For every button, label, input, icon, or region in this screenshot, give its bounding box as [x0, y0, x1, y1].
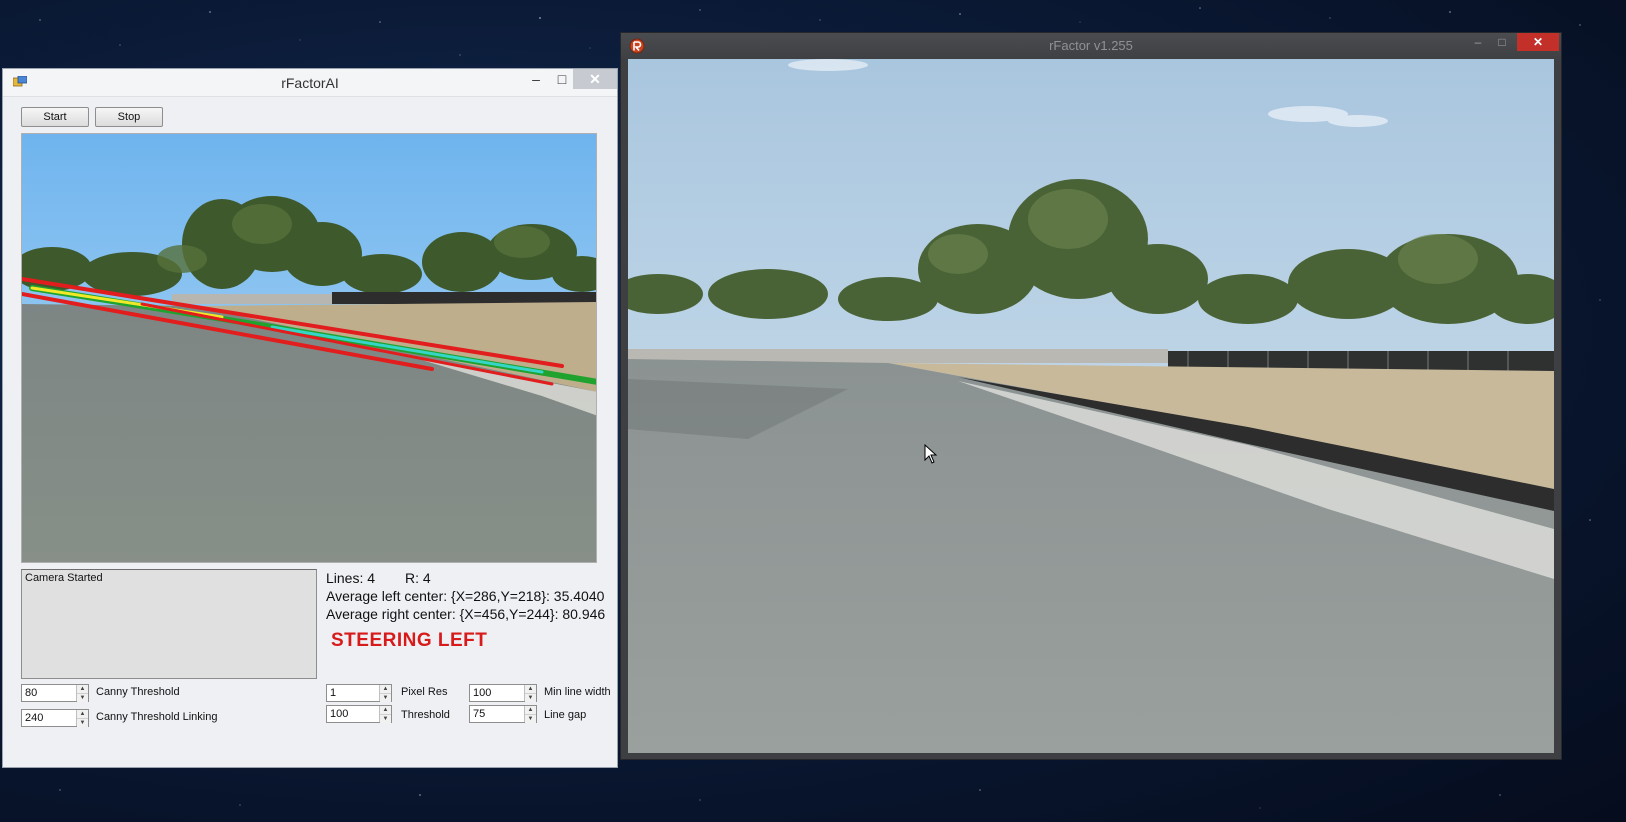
spin-up-icon[interactable]: ▲: [525, 685, 536, 693]
min-line-width-value[interactable]: 100: [470, 685, 524, 701]
start-button[interactable]: Start: [21, 107, 89, 127]
min-line-width-spinner[interactable]: 100 ▲ ▼: [469, 684, 537, 702]
spin-down-icon[interactable]: ▼: [77, 718, 88, 727]
spin-up-icon[interactable]: ▲: [525, 706, 536, 714]
stop-button[interactable]: Stop: [95, 107, 163, 127]
spin-down-icon[interactable]: ▼: [525, 693, 536, 702]
app-icon: [13, 76, 27, 87]
lines-count: Lines: 4: [326, 570, 376, 586]
threshold-label: Threshold: [401, 709, 450, 721]
canny-threshold-label: Canny Threshold: [96, 686, 180, 698]
close-button[interactable]: ✕: [573, 69, 617, 89]
spin-up-icon[interactable]: ▲: [380, 685, 391, 693]
minimize-button[interactable]: –: [1467, 33, 1489, 51]
threshold-spinner[interactable]: 100 ▲ ▼: [326, 705, 392, 723]
game-viewport[interactable]: [628, 59, 1554, 753]
spin-down-icon[interactable]: ▼: [525, 714, 536, 723]
minimize-button[interactable]: –: [523, 69, 549, 89]
maximize-button[interactable]: □: [1491, 33, 1513, 51]
spin-up-icon[interactable]: ▲: [77, 685, 88, 693]
canny-threshold-linking-spinner[interactable]: 240 ▲ ▼: [21, 709, 89, 727]
steering-status: STEERING LEFT: [331, 630, 488, 651]
spin-up-icon[interactable]: ▲: [77, 710, 88, 718]
min-line-width-label: Min line width: [544, 686, 611, 698]
pixel-res-spinner[interactable]: 1 ▲ ▼: [326, 684, 392, 702]
threshold-value[interactable]: 100: [327, 706, 379, 722]
line-gap-value[interactable]: 75: [470, 706, 524, 722]
canny-threshold-value[interactable]: 80: [22, 685, 76, 701]
canny-threshold-linking-label: Canny Threshold Linking: [96, 711, 218, 723]
spin-up-icon[interactable]: ▲: [380, 706, 391, 714]
line-gap-spinner[interactable]: 75 ▲ ▼: [469, 705, 537, 723]
log-textbox[interactable]: Camera Started: [21, 569, 317, 679]
rfactor-title: rFactor v1.255: [1049, 38, 1133, 53]
camera-preview: [21, 133, 597, 563]
canny-threshold-linking-value[interactable]: 240: [22, 710, 76, 726]
pixel-res-value[interactable]: 1: [327, 685, 379, 701]
spin-down-icon[interactable]: ▼: [380, 693, 391, 702]
average-right-center: Average right center: {X=456,Y=244}: 80.…: [326, 606, 606, 622]
rfactorai-titlebar[interactable]: rFactorAI – □ ✕: [3, 69, 617, 97]
mouse-pointer-icon: [924, 444, 938, 464]
rfactor-window: rFactor v1.255 – □ ✕: [620, 32, 1562, 760]
rfactor-logo-icon: [629, 38, 645, 54]
close-button[interactable]: ✕: [1517, 33, 1559, 51]
canny-threshold-spinner[interactable]: 80 ▲ ▼: [21, 684, 89, 702]
average-left-center: Average left center: {X=286,Y=218}: 35.4…: [326, 588, 605, 604]
rfactor-titlebar[interactable]: rFactor v1.255 – □ ✕: [621, 33, 1561, 59]
spin-down-icon[interactable]: ▼: [380, 714, 391, 723]
pixel-res-label: Pixel Res: [401, 686, 448, 698]
line-gap-label: Line gap: [544, 709, 587, 721]
maximize-button[interactable]: □: [549, 69, 575, 89]
r-count: R: 4: [405, 570, 431, 586]
rfactorai-window: rFactorAI – □ ✕ Start Stop Camera Starte…: [2, 68, 618, 768]
spin-down-icon[interactable]: ▼: [77, 693, 88, 702]
stats-panel: Lines: 4 R: 4 Average left center: {X=28…: [325, 567, 611, 627]
